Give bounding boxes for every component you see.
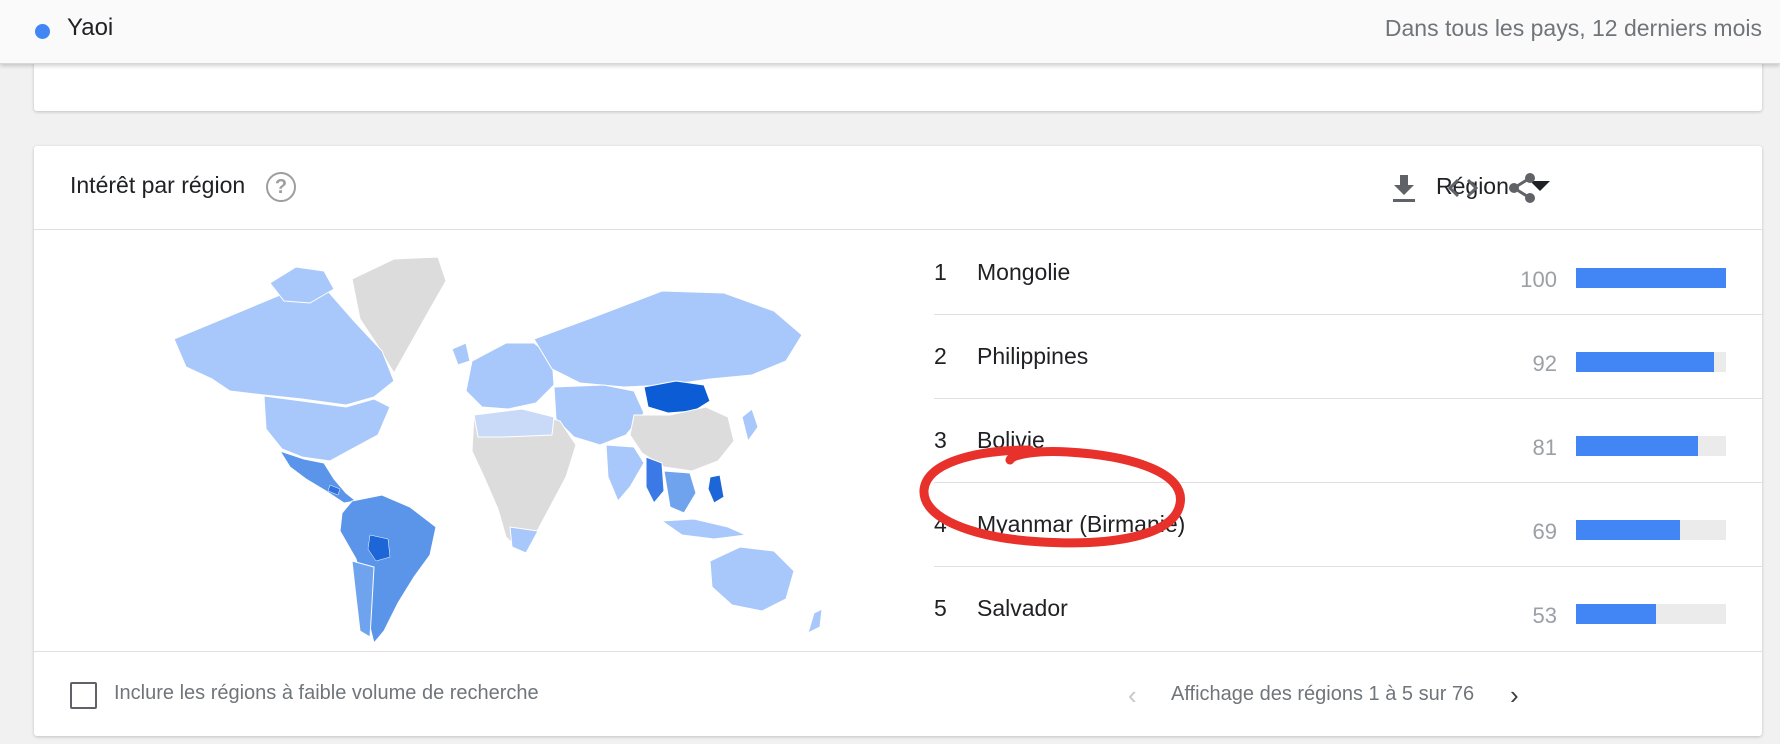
card-title: Intérêt par région [70, 172, 246, 198]
region-rank: 5 [934, 595, 947, 621]
chevron-left-icon[interactable]: ‹ [1128, 680, 1137, 711]
chevron-right-icon[interactable]: › [1510, 680, 1519, 711]
map-region-india [605, 444, 645, 502]
region-rank: 2 [934, 343, 947, 369]
region-bar-fill [1576, 268, 1726, 288]
region-name-link[interactable]: Philippines [977, 343, 1088, 370]
region-bar-track [1576, 352, 1726, 372]
map-region-europe [465, 342, 555, 410]
map-region-southeast-asia [663, 470, 697, 514]
map-region-south-africa [509, 526, 539, 554]
map-region-indonesia [660, 518, 748, 540]
region-bar-track [1576, 604, 1726, 624]
region-row[interactable]: 1 Mongolie 100 [934, 231, 1762, 315]
region-value: 69 [1532, 519, 1557, 544]
search-term-label: Yaoi [67, 14, 114, 41]
map-region-myanmar [645, 456, 665, 504]
region-row[interactable]: 5 Salvador 53 [934, 567, 1762, 651]
region-value: 81 [1532, 435, 1557, 460]
compare-term-bar: Yaoi Dans tous les pays, 12 derniers moi… [0, 0, 1780, 64]
region-bar-fill [1576, 352, 1714, 372]
map-region-new-zealand [807, 608, 823, 634]
question-circle-icon[interactable]: ? [266, 172, 296, 202]
map-region-south-america-south [351, 560, 375, 638]
region-name-link[interactable]: Bolivie [977, 427, 1045, 454]
region-bar-track [1576, 268, 1726, 288]
region-bar-fill [1576, 604, 1656, 624]
region-row[interactable]: 3 Bolivie 81 [934, 399, 1762, 483]
region-rank: 3 [934, 427, 947, 453]
card-footer: Inclure les régions à faible volume de r… [34, 651, 1762, 736]
region-rank: 1 [934, 259, 947, 285]
region-rank: 4 [934, 511, 947, 537]
download-icon[interactable] [1386, 170, 1422, 206]
scope-label: Dans tous les pays, 12 derniers mois [1384, 15, 1762, 41]
region-value: 92 [1532, 351, 1557, 376]
region-row[interactable]: 4 Myanmar (Birmanie) 69 [934, 483, 1762, 567]
region-name-link[interactable]: Salvador [977, 595, 1068, 622]
region-bar-fill [1576, 436, 1698, 456]
region-row[interactable]: 2 Philippines 92 [934, 315, 1762, 399]
region-value: 53 [1532, 603, 1557, 628]
embed-code-icon[interactable] [1445, 170, 1481, 206]
share-icon[interactable] [1504, 170, 1540, 206]
pagination-text: Affichage des régions 1 à 5 sur 76 [1171, 683, 1475, 705]
region-bar-fill [1576, 520, 1680, 540]
map-region-australia [709, 546, 795, 612]
term-color-dot [35, 24, 50, 39]
world-map[interactable] [34, 231, 898, 651]
previous-card [34, 58, 1762, 111]
region-name-link[interactable]: Mongolie [977, 259, 1070, 286]
low-volume-checkbox-label: Inclure les régions à faible volume de r… [114, 682, 539, 704]
low-volume-checkbox[interactable] [70, 682, 97, 709]
map-region-russia [533, 290, 803, 388]
region-value: 100 [1520, 267, 1557, 292]
card-header: Intérêt par région ? Région [34, 146, 1762, 230]
region-bar-track [1576, 436, 1726, 456]
map-region-iceland-uk [451, 342, 471, 366]
region-bar-track [1576, 520, 1726, 540]
map-region-philippines [707, 474, 725, 504]
map-region-north-africa [473, 408, 555, 438]
map-region-japan [741, 408, 759, 443]
map-region-usa [263, 395, 391, 462]
region-name-link[interactable]: Myanmar (Birmanie) [977, 511, 1185, 538]
interest-by-region-card: Intérêt par région ? Région 1 Mongolie 1… [34, 146, 1762, 736]
